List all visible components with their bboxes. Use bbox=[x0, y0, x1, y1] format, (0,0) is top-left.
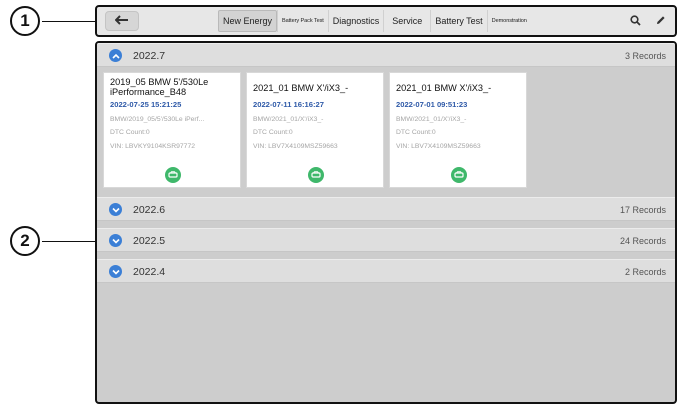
callout-1-leader bbox=[42, 21, 95, 22]
callout-2: 2 bbox=[10, 226, 40, 256]
report-icon[interactable] bbox=[308, 167, 324, 183]
group-record-count: 3 Records bbox=[624, 51, 666, 61]
group-year: 2022.7 bbox=[133, 50, 166, 62]
chevron-up-icon[interactable] bbox=[109, 49, 122, 62]
tab-battery-pack-test[interactable]: Battery Pack Test bbox=[277, 10, 328, 32]
group-record-count: 24 Records bbox=[619, 236, 666, 246]
group-year: 2022.4 bbox=[133, 266, 166, 278]
report-icon[interactable] bbox=[165, 167, 181, 183]
card-dtc-count: DTC Count:0 bbox=[396, 129, 436, 136]
card-vin: VIN: LBV7X4109MSZ59663 bbox=[396, 143, 481, 150]
group-year: 2022.6 bbox=[133, 204, 166, 216]
card-path: BMW/2019_05/5'/530Le iPerf... bbox=[110, 116, 205, 123]
history-records-panel: 2022.7 3 Records 2019_05 BMW 5'/530Le iP… bbox=[95, 41, 677, 404]
card-title: 2021_01 BMW X'/iX3_- bbox=[396, 83, 492, 93]
back-arrow-icon bbox=[114, 12, 129, 30]
record-card[interactable]: 2021_01 BMW X'/iX3_- 2022-07-11 16:16:27… bbox=[246, 72, 384, 188]
group-header-2022-7[interactable]: 2022.7 3 Records bbox=[97, 43, 675, 67]
card-vin: VIN: LBVKY9104KSR97772 bbox=[110, 143, 196, 150]
record-card[interactable]: 2021_01 BMW X'/iX3_- 2022-07-01 09:51:23… bbox=[389, 72, 527, 188]
card-path: BMW/2021_01/X'/iX3_- bbox=[396, 116, 467, 123]
group-year: 2022.5 bbox=[133, 235, 166, 247]
tab-diagnostics[interactable]: Diagnostics bbox=[327, 10, 384, 32]
card-dtc-count: DTC Count:0 bbox=[253, 129, 293, 136]
function-tabs: New Energy Battery Pack Test Diagnostics… bbox=[218, 10, 531, 32]
card-dtc-count: DTC Count:0 bbox=[110, 129, 150, 136]
card-title: 2021_01 BMW X'/iX3_- bbox=[253, 83, 349, 93]
group-record-count: 2 Records bbox=[624, 267, 666, 277]
tab-new-energy[interactable]: New Energy bbox=[218, 10, 278, 32]
records-grid: 2019_05 BMW 5'/530Le iPerformance_B48 20… bbox=[97, 68, 675, 194]
chevron-down-icon[interactable] bbox=[109, 265, 122, 278]
group-header-2022-4[interactable]: 2022.4 2 Records bbox=[97, 259, 675, 283]
search-icon[interactable] bbox=[628, 13, 642, 27]
group-record-count: 17 Records bbox=[619, 205, 666, 215]
callout-2-leader bbox=[42, 241, 95, 242]
callout-1: 1 bbox=[10, 6, 40, 36]
card-path: BMW/2021_01/X'/iX3_- bbox=[253, 116, 324, 123]
record-card[interactable]: 2019_05 BMW 5'/530Le iPerformance_B48 20… bbox=[103, 72, 241, 188]
card-date: 2022-07-01 09:51:23 bbox=[396, 100, 468, 109]
tab-battery-test[interactable]: Battery Test bbox=[430, 10, 486, 32]
card-date: 2022-07-25 15:21:25 bbox=[110, 100, 182, 109]
tab-demonstration[interactable]: Demonstration bbox=[486, 10, 531, 32]
card-date: 2022-07-11 16:16:27 bbox=[253, 100, 324, 109]
tab-service[interactable]: Service bbox=[383, 10, 430, 32]
group-header-2022-5[interactable]: 2022.5 24 Records bbox=[97, 228, 675, 252]
chevron-down-icon[interactable] bbox=[109, 234, 122, 247]
card-vin: VIN: LBV7X4109MSZ59663 bbox=[253, 143, 338, 150]
group-header-2022-6[interactable]: 2022.6 17 Records bbox=[97, 197, 675, 221]
report-icon[interactable] bbox=[451, 167, 467, 183]
top-toolbar: New Energy Battery Pack Test Diagnostics… bbox=[95, 5, 677, 37]
chevron-down-icon[interactable] bbox=[109, 203, 122, 216]
back-button[interactable] bbox=[105, 11, 139, 31]
card-title: 2019_05 BMW 5'/530Le iPerformance_B48 bbox=[110, 77, 209, 97]
pencil-icon[interactable] bbox=[653, 13, 667, 27]
